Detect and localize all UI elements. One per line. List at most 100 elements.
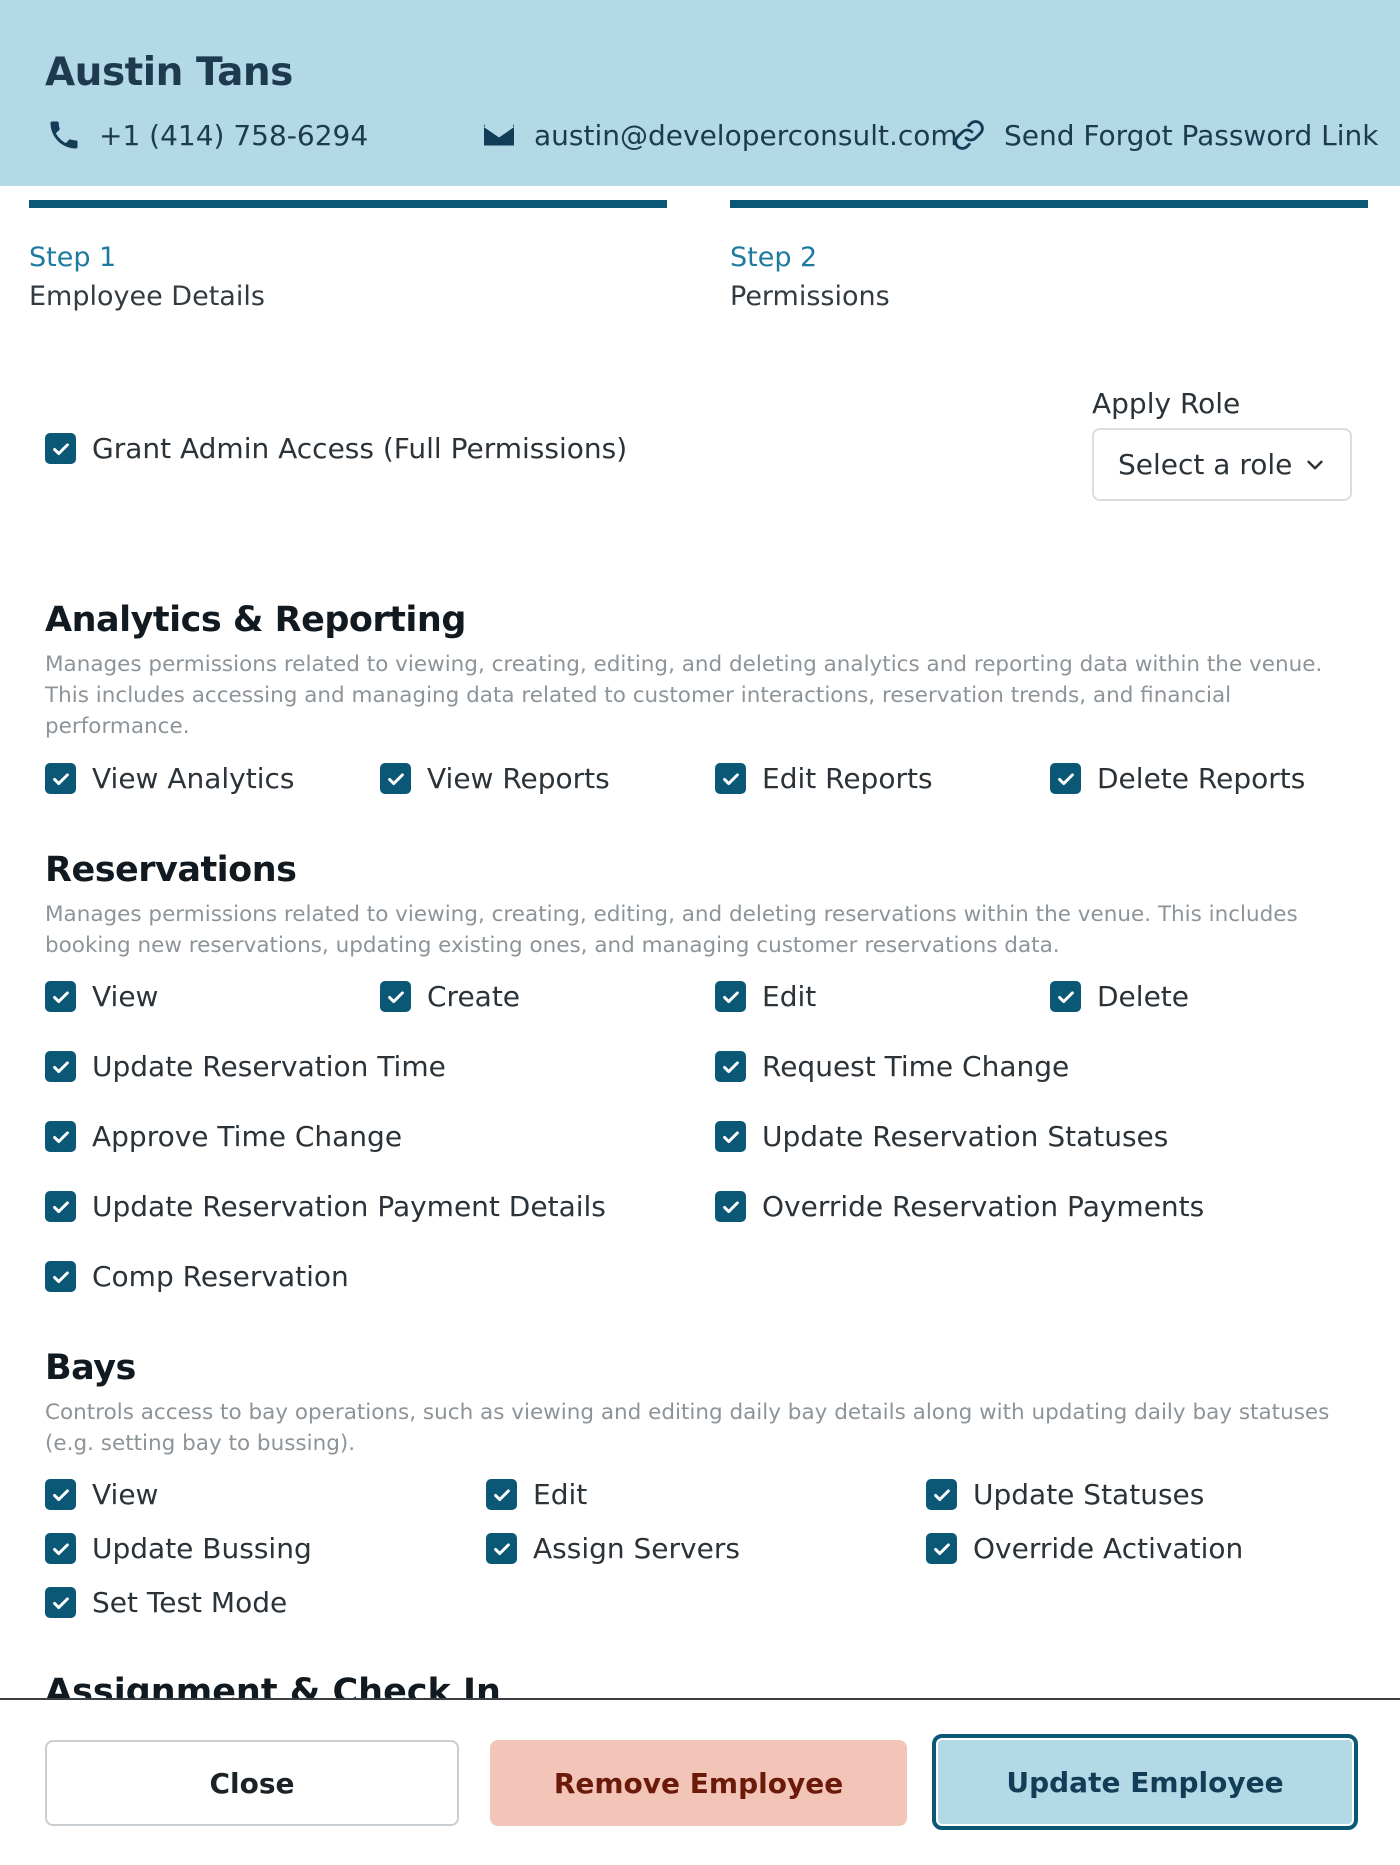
checkbox-label: Update Statuses <box>973 1478 1205 1511</box>
checkbox-label: Update Reservation Payment Details <box>92 1190 606 1223</box>
role-select-value: Select a role <box>1118 448 1293 481</box>
role-select[interactable]: Select a role <box>1092 428 1352 501</box>
step-employee-details[interactable]: Step 1 Employee Details <box>29 200 667 312</box>
checkbox-label: Comp Reservation <box>92 1260 349 1293</box>
mail-icon <box>480 116 518 154</box>
checkbox-checked-icon <box>486 1533 517 1564</box>
apply-role-label: Apply Role <box>1092 387 1241 420</box>
section-description-bays: Controls access to bay operations, such … <box>45 1397 1345 1459</box>
checkbox-checked-icon <box>45 433 76 464</box>
section-title-bays: Bays <box>45 1348 136 1388</box>
checkbox-checked-icon <box>715 981 746 1012</box>
section-title-text: Assignment & Check In <box>45 1672 501 1698</box>
checkbox-checked-icon <box>380 763 411 794</box>
checkbox-checked-icon <box>45 1587 76 1618</box>
bays-permission-checkbox[interactable]: Update Statuses <box>926 1478 1204 1511</box>
checkbox-checked-icon <box>45 1191 76 1222</box>
checkbox-label: Edit <box>762 980 817 1013</box>
forgot-password-label: Send Forgot Password Link <box>1004 118 1379 152</box>
reservations-permission-checkbox[interactable]: View <box>45 980 158 1013</box>
checkbox-checked-icon <box>715 1191 746 1222</box>
checkbox-label: Update Bussing <box>92 1532 312 1565</box>
checkbox-label: Override Reservation Payments <box>762 1190 1205 1223</box>
checkbox-checked-icon <box>45 1051 76 1082</box>
reservations-permission-checkbox[interactable]: Comp Reservation <box>45 1260 349 1293</box>
email-address: austin@developerconsult.com <box>534 118 958 152</box>
checkbox-label: View <box>92 1478 159 1511</box>
section-title-assignment: Assignment & Check In <box>45 1672 501 1698</box>
email-contact: austin@developerconsult.com <box>480 116 958 154</box>
description-line: booking new reservations, updating exist… <box>45 933 1060 958</box>
phone-contact: +1 (414) 758-6294 <box>45 116 368 154</box>
checkbox-checked-icon <box>45 981 76 1012</box>
bays-permission-checkbox[interactable]: View <box>45 1478 158 1511</box>
bays-permission-checkbox[interactable]: Edit <box>486 1478 587 1511</box>
section-title-reservations: Reservations <box>45 850 297 890</box>
phone-number: +1 (414) 758-6294 <box>99 118 369 152</box>
step-progress-bar <box>730 200 1368 208</box>
checkbox-checked-icon <box>715 763 746 794</box>
step-title: Employee Details <box>29 281 265 312</box>
employee-header: Austin Tans +1 (414) 758-6294 austin@dev… <box>0 0 1400 186</box>
step-number: Step 2 <box>730 242 818 273</box>
checkbox-label: Override Activation <box>973 1532 1244 1565</box>
step-progress-bar <box>29 200 667 208</box>
reservations-permission-checkbox[interactable]: Edit <box>715 980 816 1013</box>
checkbox-label: View Reports <box>427 762 610 795</box>
description-line: (e.g. setting bay to bussing). <box>45 1431 356 1456</box>
checkbox-label: Update Reservation Statuses <box>762 1120 1169 1153</box>
analytics-permission-checkbox[interactable]: Edit Reports <box>715 762 933 795</box>
reservations-permission-checkbox[interactable]: Request Time Change <box>715 1050 1069 1083</box>
close-button[interactable]: Close <box>45 1740 459 1826</box>
checkbox-checked-icon <box>715 1121 746 1152</box>
phone-icon <box>45 116 83 154</box>
analytics-permission-checkbox[interactable]: Delete Reports <box>1050 762 1305 795</box>
bays-permission-checkbox[interactable]: Override Activation <box>926 1532 1243 1565</box>
analytics-permission-checkbox[interactable]: View Reports <box>380 762 610 795</box>
reservations-permission-checkbox[interactable]: Update Reservation Time <box>45 1050 446 1083</box>
bays-permission-checkbox[interactable]: Update Bussing <box>45 1532 312 1565</box>
bays-permission-checkbox[interactable]: Set Test Mode <box>45 1586 287 1619</box>
reservations-permission-checkbox[interactable]: Update Reservation Statuses <box>715 1120 1168 1153</box>
bays-permission-checkbox[interactable]: Assign Servers <box>486 1532 740 1565</box>
checkbox-label: Update Reservation Time <box>92 1050 446 1083</box>
reservations-permission-checkbox[interactable]: Update Reservation Payment Details <box>45 1190 606 1223</box>
checkbox-label: Edit Reports <box>762 762 933 795</box>
checkbox-checked-icon <box>380 981 411 1012</box>
checkbox-label: Approve Time Change <box>92 1120 403 1153</box>
step-title: Permissions <box>730 281 890 312</box>
reservations-permission-checkbox[interactable]: Approve Time Change <box>45 1120 402 1153</box>
chevron-down-icon <box>1307 460 1323 470</box>
description-line: This includes accessing and managing dat… <box>45 683 1232 708</box>
analytics-permission-checkbox[interactable]: View Analytics <box>45 762 295 795</box>
checkbox-label: Grant Admin Access (Full Permissions) <box>92 432 628 465</box>
section-description-analytics: Manages permissions related to viewing, … <box>45 649 1345 742</box>
checkbox-checked-icon <box>486 1479 517 1510</box>
reservations-permission-checkbox[interactable]: Delete <box>1050 980 1189 1013</box>
checkbox-label: Assign Servers <box>533 1532 740 1565</box>
checkbox-checked-icon <box>715 1051 746 1082</box>
checkbox-label: Delete Reports <box>1097 762 1306 795</box>
checkbox-label: Set Test Mode <box>92 1586 288 1619</box>
description-line: Manages permissions related to viewing, … <box>45 652 1323 677</box>
description-line: Manages permissions related to viewing, … <box>45 902 1298 927</box>
checkbox-label: Edit <box>533 1478 588 1511</box>
update-employee-button[interactable]: Update Employee <box>932 1734 1358 1830</box>
checkbox-checked-icon <box>926 1479 957 1510</box>
checkbox-checked-icon <box>1050 763 1081 794</box>
admin-access-checkbox[interactable]: Grant Admin Access (Full Permissions) <box>45 432 627 465</box>
reservations-permission-checkbox[interactable]: Override Reservation Payments <box>715 1190 1204 1223</box>
checkbox-checked-icon <box>45 763 76 794</box>
step-number: Step 1 <box>29 242 117 273</box>
description-line: Controls access to bay operations, such … <box>45 1400 1330 1425</box>
checkbox-checked-icon <box>45 1261 76 1292</box>
send-forgot-password-link[interactable]: Send Forgot Password Link <box>950 116 1379 154</box>
checkbox-checked-icon <box>45 1121 76 1152</box>
checkbox-checked-icon <box>926 1533 957 1564</box>
checkbox-label: Delete <box>1097 980 1189 1013</box>
reservations-permission-checkbox[interactable]: Create <box>380 980 520 1013</box>
description-line: performance. <box>45 714 190 739</box>
checkbox-checked-icon <box>45 1533 76 1564</box>
remove-employee-button[interactable]: Remove Employee <box>490 1740 907 1826</box>
step-permissions[interactable]: Step 2 Permissions <box>730 200 1368 312</box>
